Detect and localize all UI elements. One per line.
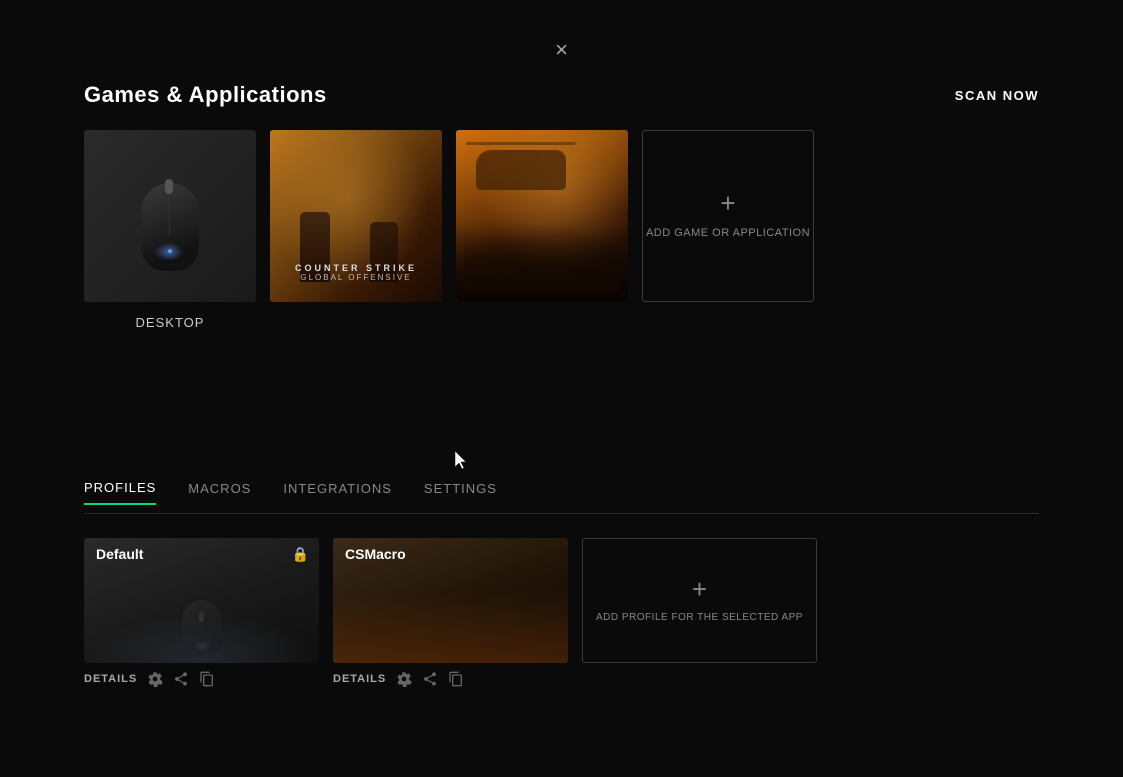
profile-default-label: Default — [96, 546, 143, 562]
cursor — [455, 451, 469, 471]
share-icon-default[interactable] — [173, 671, 189, 687]
add-profile-button[interactable]: + ADD PROFILE FOR THE SELECTED APP — [582, 538, 817, 663]
tabs-bar: PROFILES MACROS INTEGRATIONS SETTINGS — [84, 480, 1039, 514]
cs-logo-line1: COUNTER STRIKE — [270, 263, 442, 273]
add-profile-plus-icon: + — [692, 576, 707, 602]
profile-csmacro-container: CSMacro DETAILS — [333, 538, 568, 687]
profile-csmacro-label: CSMacro — [345, 546, 406, 562]
details-button-csmacro[interactable]: DETAILS — [333, 673, 386, 685]
share-icon-csmacro[interactable] — [422, 671, 438, 687]
details-button-default[interactable]: DETAILS — [84, 673, 137, 685]
add-game-button[interactable]: + ADD GAME OR APPLICATION — [642, 130, 814, 302]
close-button[interactable]: × — [548, 36, 576, 64]
lock-icon: 🔒 — [292, 546, 309, 563]
tab-profiles[interactable]: PROFILES — [84, 480, 156, 505]
copy-icon-csmacro[interactable] — [448, 671, 464, 687]
desktop-app-label: DESKTOP — [84, 315, 256, 330]
settings-icon-default[interactable] — [147, 671, 163, 687]
profile-default-actions: DETAILS — [84, 671, 319, 687]
close-icon: × — [555, 37, 568, 63]
app-card-desktop[interactable] — [84, 130, 256, 302]
page-title: Games & Applications — [84, 82, 327, 108]
tab-macros[interactable]: MACROS — [188, 480, 251, 505]
copy-icon-default[interactable] — [199, 671, 215, 687]
app-gallery: COUNTER STRIKE GLOBAL OFFENSIVE + ADD GA… — [84, 130, 814, 302]
page-header: Games & Applications SCAN NOW — [84, 82, 1039, 108]
profile-card-default[interactable]: Default 🔒 — [84, 538, 319, 663]
scan-now-button[interactable]: SCAN NOW — [955, 88, 1039, 103]
app-card-gta5[interactable] — [456, 130, 628, 302]
plus-icon: + — [720, 190, 735, 216]
profile-card-csmacro[interactable]: CSMacro — [333, 538, 568, 663]
profile-csmacro-actions: DETAILS — [333, 671, 568, 687]
tab-settings[interactable]: SETTINGS — [424, 480, 497, 505]
cs-logo-line2: GLOBAL OFFENSIVE — [270, 273, 442, 282]
profile-default-container: Default 🔒 DETAILS — [84, 538, 319, 687]
app-card-counter-strike[interactable]: COUNTER STRIKE GLOBAL OFFENSIVE — [270, 130, 442, 302]
add-game-label: ADD GAME OR APPLICATION — [646, 226, 810, 241]
tab-integrations[interactable]: INTEGRATIONS — [283, 480, 392, 505]
settings-icon-csmacro[interactable] — [396, 671, 412, 687]
profiles-grid: Default 🔒 DETAILS — [84, 538, 817, 687]
add-profile-label: ADD PROFILE FOR THE SELECTED APP — [596, 610, 803, 625]
